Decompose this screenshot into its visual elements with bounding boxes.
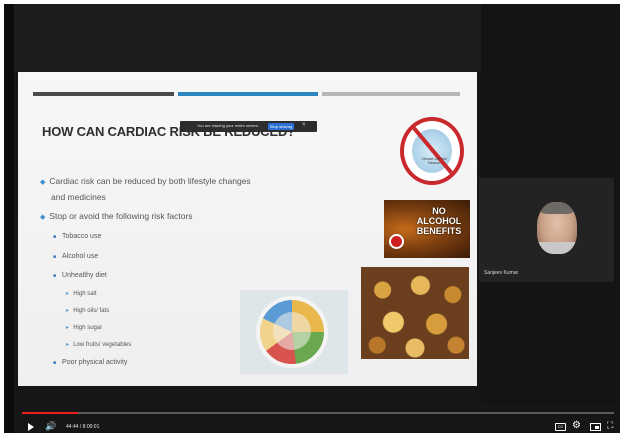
avatar xyxy=(537,202,577,254)
avatar-shirt xyxy=(537,242,577,254)
unhealthy-food-image xyxy=(361,267,469,359)
bullet-arrow-icon: ➤ xyxy=(65,325,70,331)
bullet-square-icon: ■ xyxy=(53,234,57,240)
screen-share-message: You are sharing your entire screen. xyxy=(197,123,260,128)
captions-icon[interactable]: CC xyxy=(555,423,566,431)
fullscreen-icon[interactable]: ⛶ xyxy=(607,421,613,430)
play-icon[interactable] xyxy=(28,423,34,431)
bullet-level1: ◆ Stop or avoid the following risk factor… xyxy=(40,211,193,221)
slide-accent-bar-blue xyxy=(178,92,318,96)
bullet-level3: ➤ High salt xyxy=(65,291,97,297)
bullet-level2: ■ Alcohol use xyxy=(53,253,99,260)
presentation-slide: HOW CAN CARDIAC RISK BE REDUCED? You are… xyxy=(18,72,477,386)
bullet-level2: ■ Poor physical activity xyxy=(53,359,128,366)
letterbox-left xyxy=(4,4,14,433)
bullet-level2: ■ Unhealthy diet xyxy=(53,272,107,279)
bullet-arrow-icon: ➤ xyxy=(65,342,70,348)
no-tobacco-badge-image: Choose Life Not Tobacco xyxy=(400,117,464,185)
bullet-arrow-icon: ➤ xyxy=(65,291,70,297)
bullet-square-icon: ■ xyxy=(53,360,57,366)
bullet-level3: ➤ High oils/ fats xyxy=(65,308,110,314)
bullet-level1: ◆ Cardiac risk can be reduced by both lif… xyxy=(40,176,251,186)
no-alcohol-image: NO ALCOHOL BENEFITS xyxy=(384,200,470,258)
progress-bar-played xyxy=(22,412,78,414)
avatar-hair xyxy=(541,202,573,214)
bullet-square-icon: ■ xyxy=(53,254,57,260)
screen-share-bar: You are sharing your entire screen. Stop… xyxy=(180,121,317,132)
time-display: 44:44 / 8:00:01 xyxy=(66,424,100,430)
slide-accent-bar-dark xyxy=(33,92,174,96)
participant-name: Sanjeev Kumar xyxy=(484,270,519,276)
healthy-plate-image xyxy=(240,290,348,374)
volume-icon[interactable]: 🔊 xyxy=(45,422,56,431)
miniplayer-icon[interactable] xyxy=(590,423,601,431)
badge-caption: Choose Life Not Tobacco xyxy=(421,157,447,165)
plate-center xyxy=(273,312,311,350)
stop-sharing-button[interactable]: Stop sharing xyxy=(268,123,294,130)
no-entry-icon xyxy=(389,234,404,249)
bullet-square-icon: ■ xyxy=(53,273,57,279)
bullet-arrow-icon: ➤ xyxy=(65,308,70,314)
gear-icon[interactable]: ⚙ xyxy=(572,421,581,431)
hide-share-bar-button[interactable]: × xyxy=(302,122,306,128)
bullet-level1-continuation: and medicines xyxy=(51,192,106,202)
progress-bar[interactable] xyxy=(22,412,614,414)
bullet-level3: ➤ High sugar xyxy=(65,325,103,331)
bullet-diamond-icon: ◆ xyxy=(40,214,46,221)
bullet-diamond-icon: ◆ xyxy=(40,179,46,186)
slide-accent-bar-gray xyxy=(322,92,460,96)
bullet-level2: ■ Tobacco use xyxy=(53,233,102,240)
bullet-level3: ➤ Low fruits/ vegetables xyxy=(65,342,132,348)
alcohol-caption: NO ALCOHOL BENEFITS xyxy=(416,206,462,236)
